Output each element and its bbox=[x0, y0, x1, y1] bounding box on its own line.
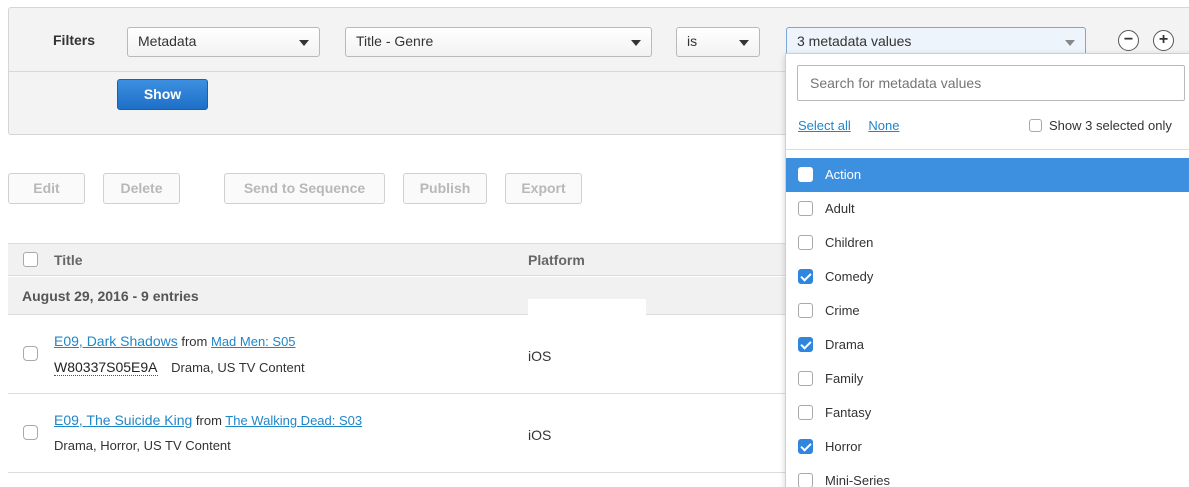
table-row: E09, Dark Shadows from Mad Men: S05 W803… bbox=[8, 316, 788, 394]
option-checkbox[interactable] bbox=[798, 473, 813, 487]
option-checkbox[interactable] bbox=[798, 371, 813, 386]
select-none-link[interactable]: None bbox=[868, 118, 899, 133]
row-meta-line: Drama, Horror, US TV Content bbox=[54, 438, 231, 453]
row-title-line: E09, The Suicide King from The Walking D… bbox=[54, 412, 362, 428]
metadata-option-fantasy[interactable]: Fantasy bbox=[786, 396, 1189, 430]
table-header: Title Platform bbox=[8, 243, 788, 276]
option-checkbox[interactable] bbox=[798, 303, 813, 318]
column-header-platform[interactable]: Platform bbox=[528, 252, 585, 268]
option-label: Mini-Series bbox=[825, 473, 891, 487]
select-all-rows-checkbox[interactable] bbox=[23, 252, 38, 267]
metadata-option-horror[interactable]: Horror bbox=[786, 430, 1189, 464]
option-label: Action bbox=[825, 167, 862, 182]
row-meta-line: W80337S05E9A Drama, US TV Content bbox=[54, 359, 305, 376]
row-title-line: E09, Dark Shadows from Mad Men: S05 bbox=[54, 333, 296, 349]
publish-button[interactable]: Publish bbox=[403, 173, 487, 204]
option-checkbox[interactable] bbox=[798, 167, 813, 182]
metadata-option-action[interactable]: Action bbox=[786, 158, 1189, 192]
row-checkbox[interactable] bbox=[23, 346, 38, 361]
metadata-values-dropdown: Select all None Show 3 selected only Act… bbox=[785, 53, 1189, 487]
column-header-title[interactable]: Title bbox=[54, 252, 83, 268]
field-select-value: Metadata bbox=[138, 33, 197, 49]
show-button[interactable]: Show bbox=[117, 79, 208, 110]
chevron-down-icon bbox=[631, 40, 641, 46]
blank-block bbox=[528, 299, 646, 315]
filters-label: Filters bbox=[53, 32, 96, 48]
operator-select[interactable]: is bbox=[676, 27, 760, 57]
option-checkbox[interactable] bbox=[798, 235, 813, 250]
option-label: Children bbox=[825, 235, 874, 250]
metadata-values-select-value: 3 metadata values bbox=[797, 33, 912, 49]
group-row: August 29, 2016 - 9 entries bbox=[8, 277, 788, 315]
operator-select-value: is bbox=[687, 33, 698, 49]
selection-links: Select all None bbox=[798, 118, 913, 133]
from-label: from bbox=[181, 334, 208, 349]
metadata-search-input[interactable] bbox=[797, 65, 1185, 101]
option-checkbox[interactable] bbox=[798, 439, 813, 454]
option-checkbox[interactable] bbox=[798, 405, 813, 420]
option-label: Family bbox=[825, 371, 864, 386]
dropdown-divider bbox=[786, 149, 1189, 150]
row-platform: iOS bbox=[528, 427, 552, 443]
series-link[interactable]: Mad Men: S05 bbox=[211, 334, 296, 349]
option-label: Comedy bbox=[825, 269, 874, 284]
option-label: Horror bbox=[825, 439, 862, 454]
group-label: August 29, 2016 - 9 entries bbox=[22, 288, 199, 304]
sku-label: W80337S05E9A bbox=[54, 359, 158, 376]
option-checkbox[interactable] bbox=[798, 269, 813, 284]
metadata-option-adult[interactable]: Adult bbox=[786, 192, 1189, 226]
from-label: from bbox=[195, 413, 222, 428]
chevron-down-icon bbox=[739, 40, 749, 46]
row-checkbox[interactable] bbox=[23, 425, 38, 440]
option-label: Adult bbox=[825, 201, 855, 216]
remove-filter-button[interactable]: − bbox=[1118, 30, 1139, 51]
option-label: Fantasy bbox=[825, 405, 872, 420]
row-meta: Drama, Horror, US TV Content bbox=[54, 438, 231, 453]
edit-button[interactable]: Edit bbox=[8, 173, 85, 204]
select-all-link[interactable]: Select all bbox=[798, 118, 851, 133]
metadata-option-comedy[interactable]: Comedy bbox=[786, 260, 1189, 294]
row-meta: Drama, US TV Content bbox=[171, 360, 305, 375]
field-select[interactable]: Metadata bbox=[127, 27, 320, 57]
chevron-down-icon bbox=[1065, 40, 1075, 46]
show-selected-only-label: Show 3 selected only bbox=[1049, 118, 1172, 133]
minus-icon: − bbox=[1123, 31, 1134, 48]
attribute-select[interactable]: Title - Genre bbox=[345, 27, 652, 57]
chevron-down-icon bbox=[299, 40, 309, 46]
metadata-option-drama[interactable]: Drama bbox=[786, 328, 1189, 362]
show-selected-only-toggle[interactable]: Show 3 selected only bbox=[1029, 118, 1172, 133]
export-button[interactable]: Export bbox=[505, 173, 582, 204]
metadata-option-crime[interactable]: Crime bbox=[786, 294, 1189, 328]
episode-link[interactable]: E09, Dark Shadows bbox=[54, 333, 178, 349]
option-checkbox[interactable] bbox=[798, 337, 813, 352]
attribute-select-value: Title - Genre bbox=[356, 33, 434, 49]
plus-icon: + bbox=[1158, 31, 1169, 48]
delete-button[interactable]: Delete bbox=[103, 173, 180, 204]
option-label: Drama bbox=[825, 337, 865, 352]
metadata-option-mini-series[interactable]: Mini-Series bbox=[786, 464, 1189, 487]
send-to-sequence-button[interactable]: Send to Sequence bbox=[224, 173, 385, 204]
series-link[interactable]: The Walking Dead: S03 bbox=[225, 413, 362, 428]
option-checkbox[interactable] bbox=[798, 201, 813, 216]
metadata-option-family[interactable]: Family bbox=[786, 362, 1189, 396]
metadata-options-list: Action Adult Children Comedy Crime Drama Famil… bbox=[786, 158, 1189, 487]
table-row: E09, The Suicide King from The Walking D… bbox=[8, 395, 788, 473]
metadata-option-children[interactable]: Children bbox=[786, 226, 1189, 260]
add-filter-button[interactable]: + bbox=[1153, 30, 1174, 51]
episode-link[interactable]: E09, The Suicide King bbox=[54, 412, 192, 428]
show-selected-only-checkbox[interactable] bbox=[1029, 119, 1042, 133]
row-platform: iOS bbox=[528, 348, 552, 364]
option-label: Crime bbox=[825, 303, 860, 318]
